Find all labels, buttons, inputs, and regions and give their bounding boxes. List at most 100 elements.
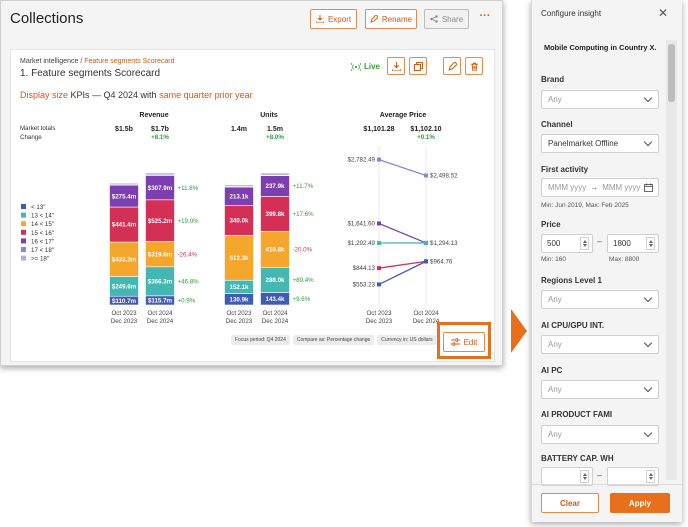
stepper-icon[interactable]	[580, 470, 589, 483]
segment-change-label: -26.4%	[178, 251, 198, 258]
stepper-icon[interactable]	[580, 237, 589, 250]
legend-label: >= 18"	[31, 256, 49, 263]
clear-button[interactable]: Clear	[541, 493, 599, 513]
legend-swatch	[21, 204, 26, 209]
segment-change-label: +9.6%	[293, 296, 311, 303]
first-activity-range[interactable]: MMM yyyy → MMM yyyy	[541, 178, 659, 197]
price-max-input[interactable]: 1800	[607, 234, 659, 253]
price-min-input[interactable]: 500	[541, 234, 593, 253]
ai-cpu-value: Any	[548, 340, 562, 349]
panel-scrollbar-thumb[interactable]	[668, 44, 675, 102]
x-tick-label: Oct 2024	[147, 310, 173, 317]
bar-value-label: $433.3m	[112, 256, 137, 263]
market-total: $1.7b	[151, 126, 169, 133]
market-total-change: +0.1%	[417, 134, 435, 141]
legend-label: 14 < 15"	[31, 221, 54, 228]
panel-subtitle: Mobile Computing in Country X.	[544, 43, 657, 52]
bar-value-label: $441.4m	[112, 222, 137, 229]
channel-label: Channel	[541, 120, 573, 129]
panel-scrollbar[interactable]	[666, 40, 677, 480]
series-line	[378, 222, 427, 244]
chevron-down-icon	[643, 293, 653, 303]
export-button[interactable]: Export	[310, 9, 357, 29]
segment-change-label: +19.0%	[178, 218, 200, 225]
point-value-label: $2,498.52	[430, 172, 458, 179]
x-tick-label: Dec 2024	[262, 318, 289, 325]
price-label: Price	[541, 220, 561, 229]
bar-segment	[145, 172, 175, 176]
price-min-value: 500	[547, 239, 561, 248]
rename-label: Rename	[381, 14, 413, 24]
chevron-down-icon	[643, 338, 653, 348]
ai-cpu-label: AI CPU/GPU INT.	[541, 321, 605, 330]
stepper-icon[interactable]	[646, 470, 655, 483]
brand-select[interactable]: Any	[541, 90, 659, 109]
pencil-icon	[370, 15, 378, 23]
x-tick-label: Dec 2023	[111, 318, 138, 325]
segment-change-label: +11.7%	[293, 183, 314, 190]
market-total: $1,101.28	[363, 126, 394, 133]
series-point	[377, 157, 381, 162]
brand-value: Any	[548, 95, 562, 104]
apply-button[interactable]: Apply	[610, 493, 670, 513]
scorecard-card: Market intelligence / Feature segments S…	[10, 49, 495, 362]
chevron-down-icon	[643, 93, 653, 103]
chevron-down-icon	[643, 137, 653, 147]
share-label: Share	[441, 14, 464, 24]
panel-title: Average Price	[380, 112, 427, 119]
price-max-value: 1800	[613, 239, 631, 248]
ai-pc-value: Any	[548, 385, 562, 394]
market-total: 1.4m	[231, 126, 247, 133]
ai-product-select[interactable]: Any	[541, 425, 659, 444]
bar-value-label: 237.9k	[266, 183, 285, 190]
share-button[interactable]: Share	[424, 9, 469, 29]
stepper-icon[interactable]	[646, 237, 655, 250]
regions-select[interactable]: Any	[541, 290, 659, 309]
configure-insight-panel: Configure insight ✕ Mobile Computing in …	[531, 0, 682, 522]
sliders-icon	[450, 338, 460, 346]
point-value-label: $1,292.49	[347, 240, 375, 247]
bar-value-label: $275.4m	[112, 193, 137, 200]
currency-chip[interactable]: Currency in: US dollars	[377, 335, 437, 345]
footer-divider	[532, 484, 682, 485]
ai-cpu-select[interactable]: Any	[541, 335, 659, 354]
bar-value-label: 513.3k	[230, 255, 249, 262]
legend-label: < 13"	[31, 204, 45, 211]
compare-as-chip[interactable]: Compare as: Percentage change	[292, 335, 375, 345]
x-tick-label: Oct 2023	[366, 310, 392, 317]
first-activity-from[interactable]: MMM yyyy	[548, 183, 586, 192]
bar-value-label: $249.6m	[112, 284, 137, 291]
legend-label: 16 < 17"	[31, 238, 54, 245]
series-point	[424, 240, 428, 245]
ai-pc-label: AI PC	[541, 366, 563, 375]
edit-button[interactable]: Edit	[443, 332, 485, 352]
x-tick-label: Oct 2023	[111, 310, 137, 317]
bar-value-label: 152.1k	[230, 284, 249, 291]
legend-label: 17 < 18"	[31, 247, 54, 254]
segment-change-label: +11.8%	[178, 185, 199, 192]
segment-change-label: +0.9%	[178, 298, 196, 305]
panel-title: Units	[260, 112, 278, 119]
x-tick-label: Oct 2023	[226, 310, 252, 317]
legend-swatch	[21, 255, 26, 261]
more-options-button[interactable]: ···	[477, 10, 493, 26]
segment-change-label: +89.4%	[293, 277, 315, 284]
first-activity-to[interactable]: MMM yyyy	[602, 183, 640, 192]
channel-select[interactable]: Panelmarket Offline	[541, 134, 659, 153]
close-icon[interactable]: ✕	[658, 6, 668, 20]
market-total: 1.5m	[267, 126, 283, 133]
scorecard-chart: Market totals Change < 13" 13 < 14"14 < 15"…	[20, 112, 458, 325]
ai-pc-select[interactable]: Any	[541, 380, 659, 399]
bar-value-label: 213.1k	[230, 194, 249, 201]
bar-value-label: 410.8k	[266, 247, 285, 254]
bar-value-label: 399.8k	[266, 211, 285, 218]
bar-value-label: $366.3m	[148, 278, 173, 285]
calendar-icon[interactable]	[644, 183, 653, 192]
totals-row-label: Market totals	[20, 125, 55, 132]
rename-button[interactable]: Rename	[365, 9, 417, 29]
bar-value-label: $307.9m	[148, 185, 173, 192]
bar-value-label: 143.4k	[266, 296, 285, 303]
download-icon	[315, 15, 324, 23]
focus-period-chip[interactable]: Focus period: Q4 2024	[231, 335, 290, 345]
legend-swatch	[21, 212, 26, 218]
